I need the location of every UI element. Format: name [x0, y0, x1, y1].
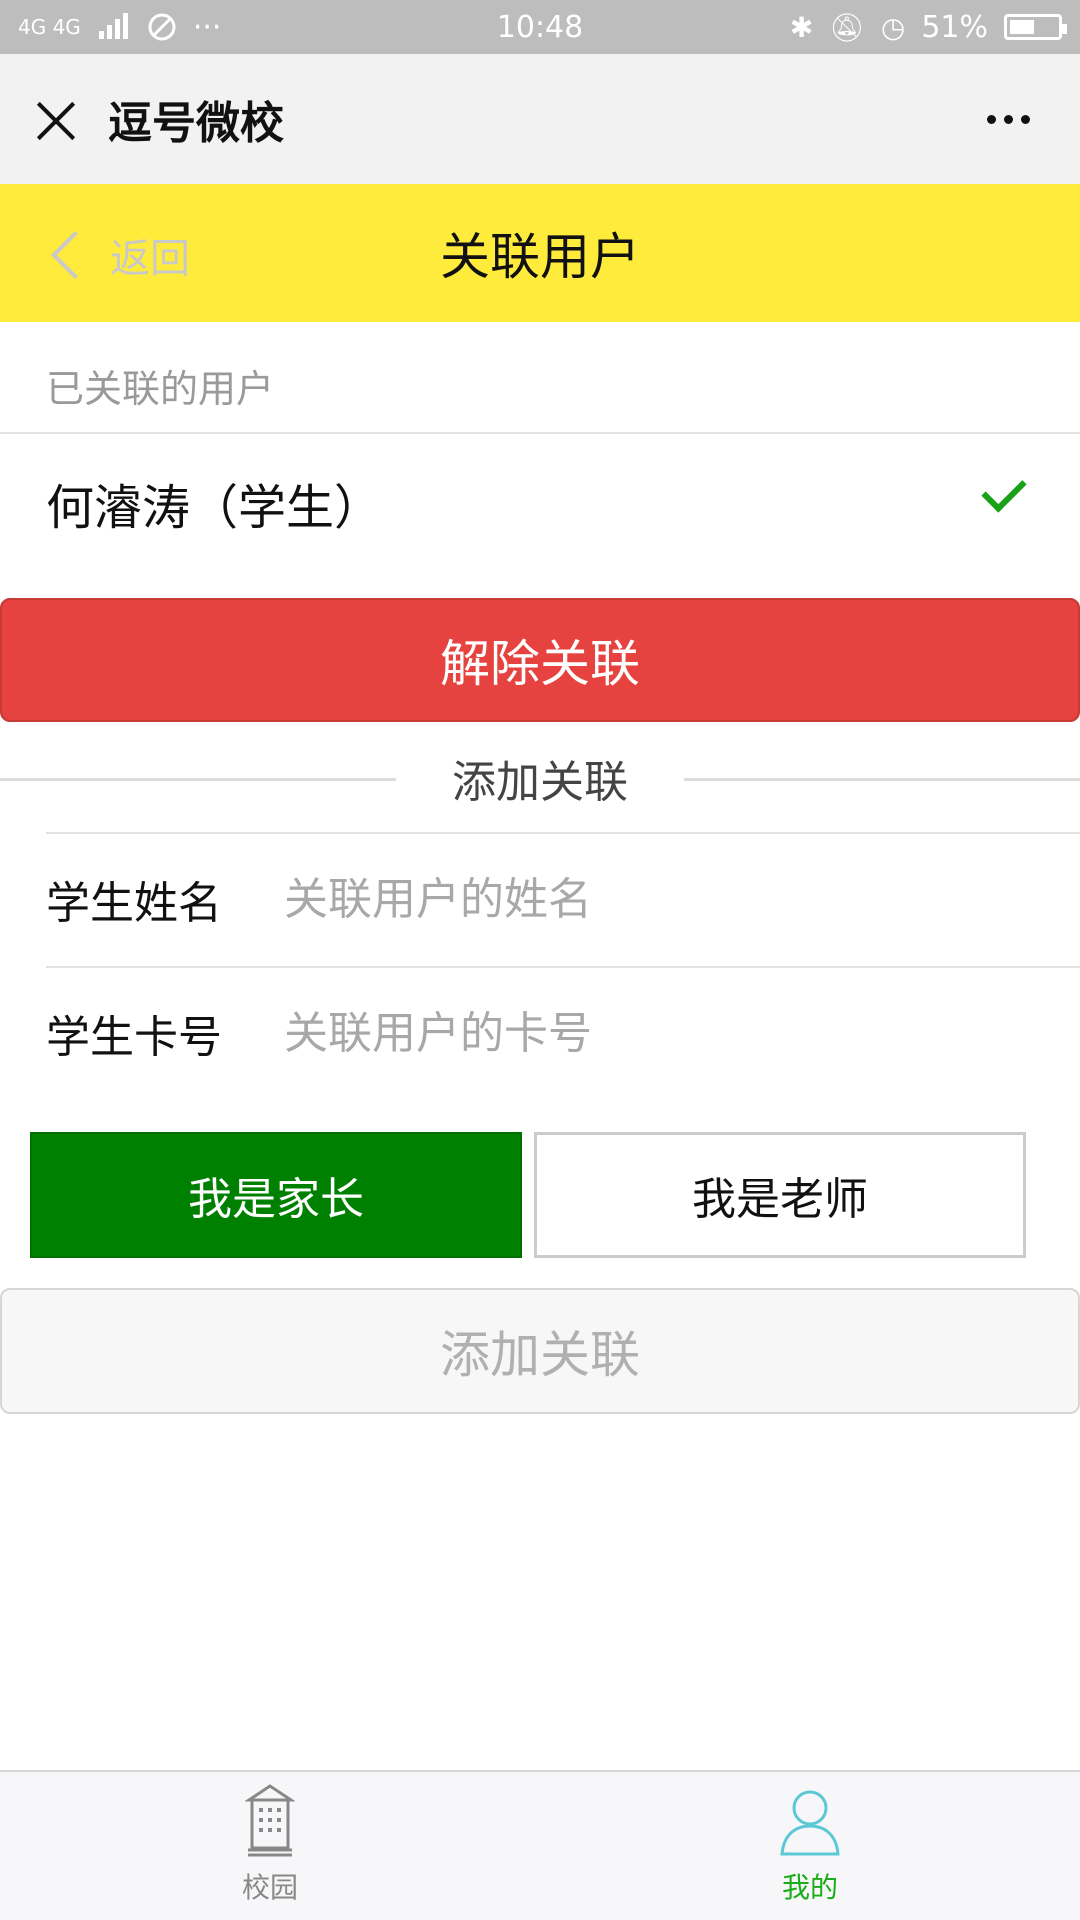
more-status-icon: ···	[192, 9, 222, 45]
student-name-label: 学生姓名	[46, 878, 222, 929]
tab-campus-label: 校园	[241, 1871, 298, 1904]
linked-user-item[interactable]: 何濬涛（学生）	[46, 468, 382, 538]
role-parent-button[interactable]: 我是家长	[30, 1132, 522, 1258]
network-indicator: 4G 4G	[18, 15, 81, 39]
user-icon	[780, 1790, 840, 1856]
student-name-row: 学生姓名	[0, 832, 1080, 966]
page-header: 返回 关联用户	[0, 184, 1080, 322]
more-options-button[interactable]	[987, 114, 1030, 124]
add-section-heading: 添加关联	[0, 748, 1080, 808]
page-title: 关联用户	[440, 228, 640, 286]
battery-icon	[1004, 14, 1067, 40]
more-dot-icon	[1004, 114, 1013, 124]
student-card-input[interactable]	[284, 998, 1044, 1068]
add-link-button[interactable]: 添加关联	[0, 1288, 1080, 1414]
more-dot-icon	[1021, 114, 1030, 124]
back-button[interactable]: 返回	[48, 226, 190, 284]
back-label: 返回	[110, 236, 190, 282]
clock: 10:48	[496, 9, 584, 45]
add-section-heading-text: 添加关联	[452, 757, 628, 808]
student-card-row: 学生卡号	[0, 966, 1080, 1100]
battery-percent: 51%	[921, 9, 988, 45]
app-title-bar: 逗号微校	[0, 54, 1080, 184]
bluetooth-icon: ✱	[789, 10, 814, 44]
student-name-input[interactable]	[284, 864, 1044, 934]
divider	[0, 432, 1080, 434]
signal-icon	[98, 13, 128, 39]
tab-mine-label: 我的	[781, 1871, 838, 1904]
campus-building-icon	[245, 1784, 295, 1857]
unlink-button[interactable]: 解除关联	[0, 598, 1080, 722]
mute-bell-icon: 🔕︎	[829, 10, 865, 44]
linked-section-label: 已关联的用户	[46, 367, 275, 411]
status-right: ✱ 🔕︎ ◷ 51%	[789, 9, 1067, 45]
app-title: 逗号微校	[108, 98, 284, 149]
close-icon[interactable]	[30, 94, 80, 144]
tab-mine[interactable]: 我的	[540, 1772, 1080, 1920]
more-dot-icon	[987, 114, 996, 124]
status-left: 4G 4G ···	[18, 10, 221, 45]
alarm-icon: ◷	[880, 10, 906, 44]
student-card-label: 学生卡号	[46, 1012, 222, 1063]
no-sim-icon	[148, 13, 176, 41]
status-bar: 4G 4G ··· 10:48 ✱ 🔕︎ ◷ 51%	[0, 0, 1080, 54]
chevron-left-icon	[50, 230, 100, 280]
tab-campus[interactable]: 校园	[0, 1772, 540, 1920]
role-teacher-button[interactable]: 我是老师	[534, 1132, 1026, 1258]
tab-bar: 校园 我的	[0, 1770, 1080, 1920]
check-icon	[981, 467, 1027, 513]
